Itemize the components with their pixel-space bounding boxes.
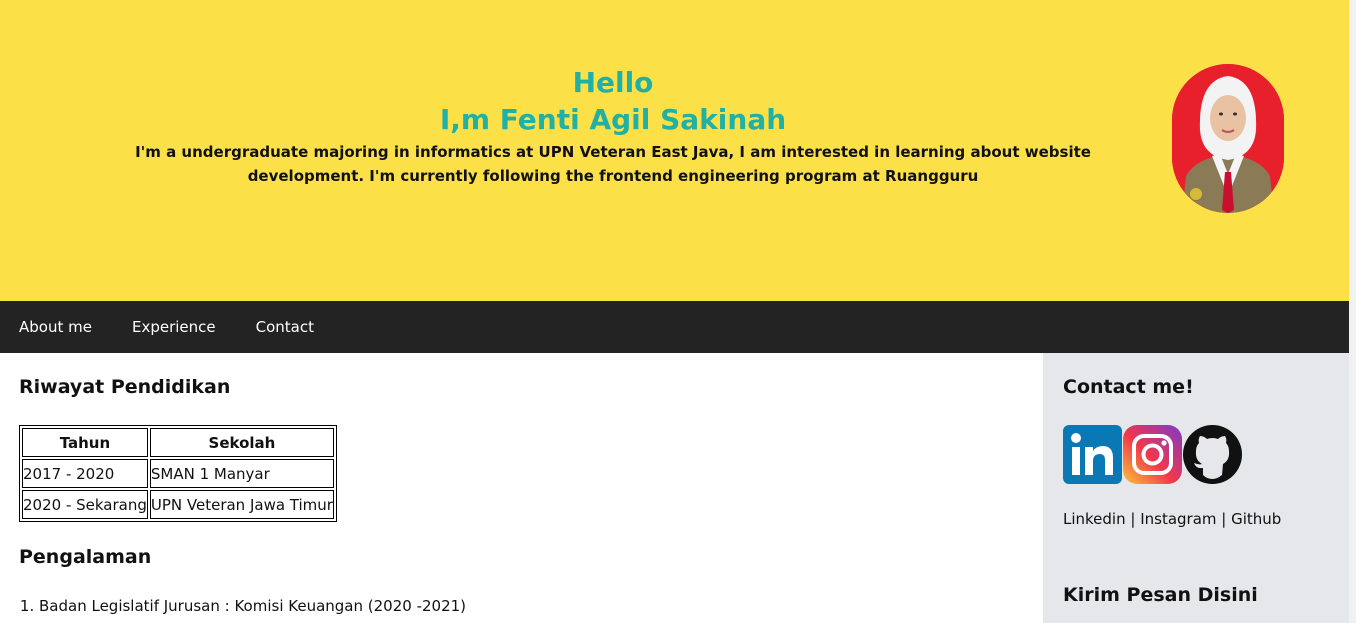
linkedin-link[interactable]: Linkedin (1063, 510, 1126, 528)
hero-greeting: Hello (572, 66, 654, 99)
table-row: 2017 - 2020 SMAN 1 Manyar (22, 459, 334, 488)
link-separator: | (1216, 510, 1232, 528)
education-table: Tahun Sekolah 2017 - 2020 SMAN 1 Manyar … (19, 425, 337, 522)
experience-list: Badan Legislatif Jurusan : Komisi Keuang… (0, 594, 466, 618)
linkedin-icon[interactable] (1063, 425, 1122, 484)
table-row: 2020 - Sekarang UPN Veteran Jawa Timur (22, 490, 334, 519)
social-links: Linkedin | Instagram | Github (1063, 510, 1281, 528)
github-link[interactable]: Github (1231, 510, 1281, 528)
table-cell-year: 2017 - 2020 (22, 459, 148, 488)
hero-section: Hello I,m Fenti Agil Sakinah I'm a under… (0, 0, 1349, 301)
table-header-row: Tahun Sekolah (22, 428, 334, 457)
hero-description: I'm a undergraduate majoring in informat… (135, 143, 1091, 185)
table-header-school: Sekolah (149, 428, 334, 457)
contact-sidebar: Contact me! Linkedin | Instagram | Githu… (1043, 353, 1349, 623)
table-cell-school: SMAN 1 Manyar (149, 459, 334, 488)
nav-about-me[interactable]: About me (0, 318, 112, 336)
instagram-link[interactable]: Instagram (1140, 510, 1216, 528)
experience-title: Pengalaman (19, 546, 152, 568)
education-title: Riwayat Pendidikan (19, 376, 231, 398)
profile-photo-illustration (1172, 64, 1284, 213)
social-icons (1063, 425, 1242, 484)
message-title: Kirim Pesan Disini (1063, 584, 1258, 606)
table-cell-school: UPN Veteran Jawa Timur (149, 490, 334, 519)
hero-text: Hello I,m Fenti Agil Sakinah I'm a under… (80, 64, 1146, 188)
page-scrollbar[interactable] (1349, 0, 1356, 623)
link-separator: | (1125, 510, 1141, 528)
nav-contact[interactable]: Contact (236, 318, 334, 336)
profile-photo (1172, 64, 1284, 213)
main-navbar: About me Experience Contact (0, 301, 1349, 353)
contact-title: Contact me! (1063, 376, 1194, 398)
main-content: Riwayat Pendidikan Tahun Sekolah 2017 - … (0, 353, 1043, 623)
github-icon[interactable] (1183, 425, 1242, 484)
list-item: Badan Legislatif Jurusan : Komisi Keuang… (39, 594, 466, 618)
nav-experience[interactable]: Experience (112, 318, 236, 336)
table-cell-year: 2020 - Sekarang (22, 490, 148, 519)
hero-name: I,m Fenti Agil Sakinah (439, 103, 787, 136)
instagram-icon[interactable] (1123, 425, 1182, 484)
table-header-year: Tahun (22, 428, 148, 457)
